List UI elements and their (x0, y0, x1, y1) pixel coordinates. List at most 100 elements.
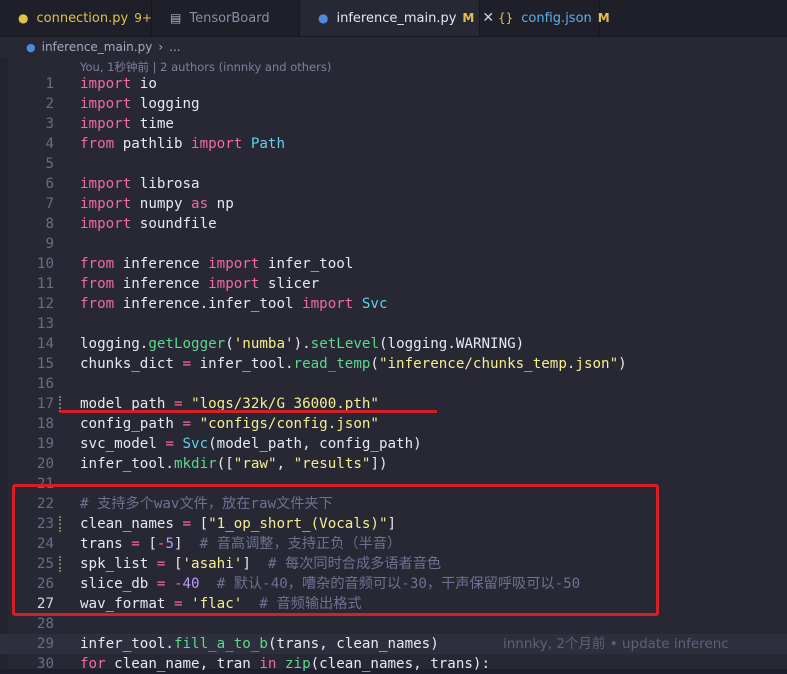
inline-blame: innnky, 2个月前 • update inferenc (503, 636, 729, 652)
line-number: 10 (36, 256, 54, 272)
code-token: import (191, 136, 243, 152)
code-token: read_temp (293, 356, 371, 372)
code-token: import (80, 176, 132, 192)
code-token: config_path (80, 416, 183, 432)
code-token: for (80, 656, 106, 672)
line-number: 13 (36, 316, 54, 332)
annotation-box (12, 484, 659, 616)
line-code: from inference.infer_tool import Svc (80, 294, 388, 314)
code-token: "configs/config.json" (199, 416, 379, 432)
code-token: import (302, 296, 354, 312)
annotation-underline (60, 410, 437, 413)
code-token: np (208, 196, 234, 212)
code-line[interactable]: 6 import librosa (0, 174, 787, 194)
code-token: from (80, 256, 115, 272)
code-token: librosa (131, 176, 200, 192)
code-token: = (182, 416, 192, 432)
line-code: from inference import slicer (80, 274, 319, 294)
modified-badge: M (462, 11, 475, 25)
tab-inference-main-py[interactable]: ● inference_main.py M ✕ (300, 0, 494, 36)
code-token: infer_tool. (80, 636, 174, 652)
code-token: from (80, 136, 115, 152)
editor-tab-bar: ● connection.py 9+ ▤ TensorBoard ● infer… (0, 0, 787, 37)
code-line[interactable]: 1 import io (0, 74, 787, 94)
code-line[interactable]: 20 infer_tool.mkdir(["raw", "results"]) (0, 454, 787, 474)
code-line[interactable]: 29 infer_tool.fill_a_to_b(trans, clean_na… (0, 634, 787, 654)
tab-config-json[interactable]: {} config.json M (480, 0, 610, 36)
tab-label: connection.py (36, 10, 129, 26)
line-number: 5 (45, 156, 54, 172)
line-number: 12 (36, 296, 54, 312)
code-token: (model_path, config_path) (208, 436, 422, 452)
line-number: 11 (36, 276, 54, 292)
breadcrumb-more[interactable]: ... (169, 40, 180, 54)
code-line[interactable]: 5 (0, 154, 787, 174)
code-line[interactable]: 9 (0, 234, 787, 254)
line-number: 1 (45, 76, 54, 92)
code-line[interactable]: 3 import time (0, 114, 787, 134)
code-line[interactable]: 4 from pathlib import Path (0, 134, 787, 154)
code-token: io (131, 76, 157, 92)
python-icon: ● (26, 40, 36, 54)
line-number: 28 (36, 616, 54, 632)
code-token: infer_tool. (191, 356, 294, 372)
line-code: chunks_dict = infer_tool.read_temp("infe… (80, 354, 627, 374)
code-line[interactable]: 30 for clean_name, tran in zip(clean_name… (0, 654, 787, 674)
line-number: 8 (45, 216, 54, 232)
line-number: 3 (45, 116, 54, 132)
line-code: for clean_name, tran in zip(clean_names,… (80, 654, 490, 674)
tab-label: config.json (521, 10, 592, 26)
code-token: Svc (361, 296, 388, 312)
python-icon: ● (318, 11, 329, 25)
code-token: infer_tool. (80, 456, 174, 472)
code-line[interactable]: 28 (0, 614, 787, 634)
code-line[interactable]: 19 svc_model = Svc(model_path, config_pat… (0, 434, 787, 454)
code-token: "raw" (233, 456, 277, 472)
code-token: (clean_names, trans): (310, 656, 491, 672)
code-line[interactable]: 15 chunks_dict = infer_tool.read_temp("in… (0, 354, 787, 374)
code-token: import (80, 196, 132, 212)
problems-badge: 9+ (134, 11, 152, 25)
code-line[interactable]: 16 (0, 374, 787, 394)
code-line[interactable]: 7 import numpy as np (0, 194, 787, 214)
tab-tensorboard[interactable]: ▤ TensorBoard (152, 0, 300, 36)
tab-label: inference_main.py (336, 10, 457, 26)
line-number: 4 (45, 136, 54, 152)
code-token: inference (114, 256, 209, 272)
line-code: import io (80, 74, 157, 94)
code-token: inference.infer_tool (114, 296, 303, 312)
code-token: from (80, 296, 115, 312)
line-number: 29 (36, 636, 54, 652)
code-token: time (131, 116, 174, 132)
breadcrumb-file[interactable]: inference_main.py (42, 40, 153, 54)
code-token: 'numba' (233, 336, 294, 352)
code-line[interactable]: 14 logging.getLogger('numba').setLevel(lo… (0, 334, 787, 354)
code-token: as (191, 196, 209, 212)
code-token: chunks_dict (80, 356, 183, 372)
tensorboard-icon: ▤ (170, 11, 182, 25)
code-line[interactable]: 11 from inference import slicer (0, 274, 787, 294)
line-number: 19 (36, 436, 54, 452)
line-code: import librosa (80, 174, 200, 194)
code-line[interactable]: 8 import soundfile (0, 214, 787, 234)
code-token: soundfile (131, 216, 217, 232)
code-token: infer_tool (259, 256, 354, 272)
code-token: import (80, 76, 132, 92)
code-line[interactable]: 13 (0, 314, 787, 334)
code-line[interactable]: 2 import logging (0, 94, 787, 114)
code-token: , (276, 456, 294, 472)
code-line[interactable]: 18 config_path = "configs/config.json" (0, 414, 787, 434)
code-line[interactable]: 10 from inference import infer_tool (0, 254, 787, 274)
code-token: getLogger (148, 336, 226, 352)
tab-connection-py[interactable]: ● connection.py 9+ (0, 0, 152, 36)
code-line[interactable]: 12 from inference.infer_tool import Svc (0, 294, 787, 314)
line-number: 15 (36, 356, 54, 372)
python-icon: ● (18, 11, 29, 25)
code-token: clean_name, tran (105, 656, 260, 672)
line-number: 7 (45, 196, 54, 212)
code-token: import (80, 96, 132, 112)
line-number: 18 (36, 416, 54, 432)
code-token: import (208, 276, 260, 292)
line-code: from inference import infer_tool (80, 254, 353, 274)
